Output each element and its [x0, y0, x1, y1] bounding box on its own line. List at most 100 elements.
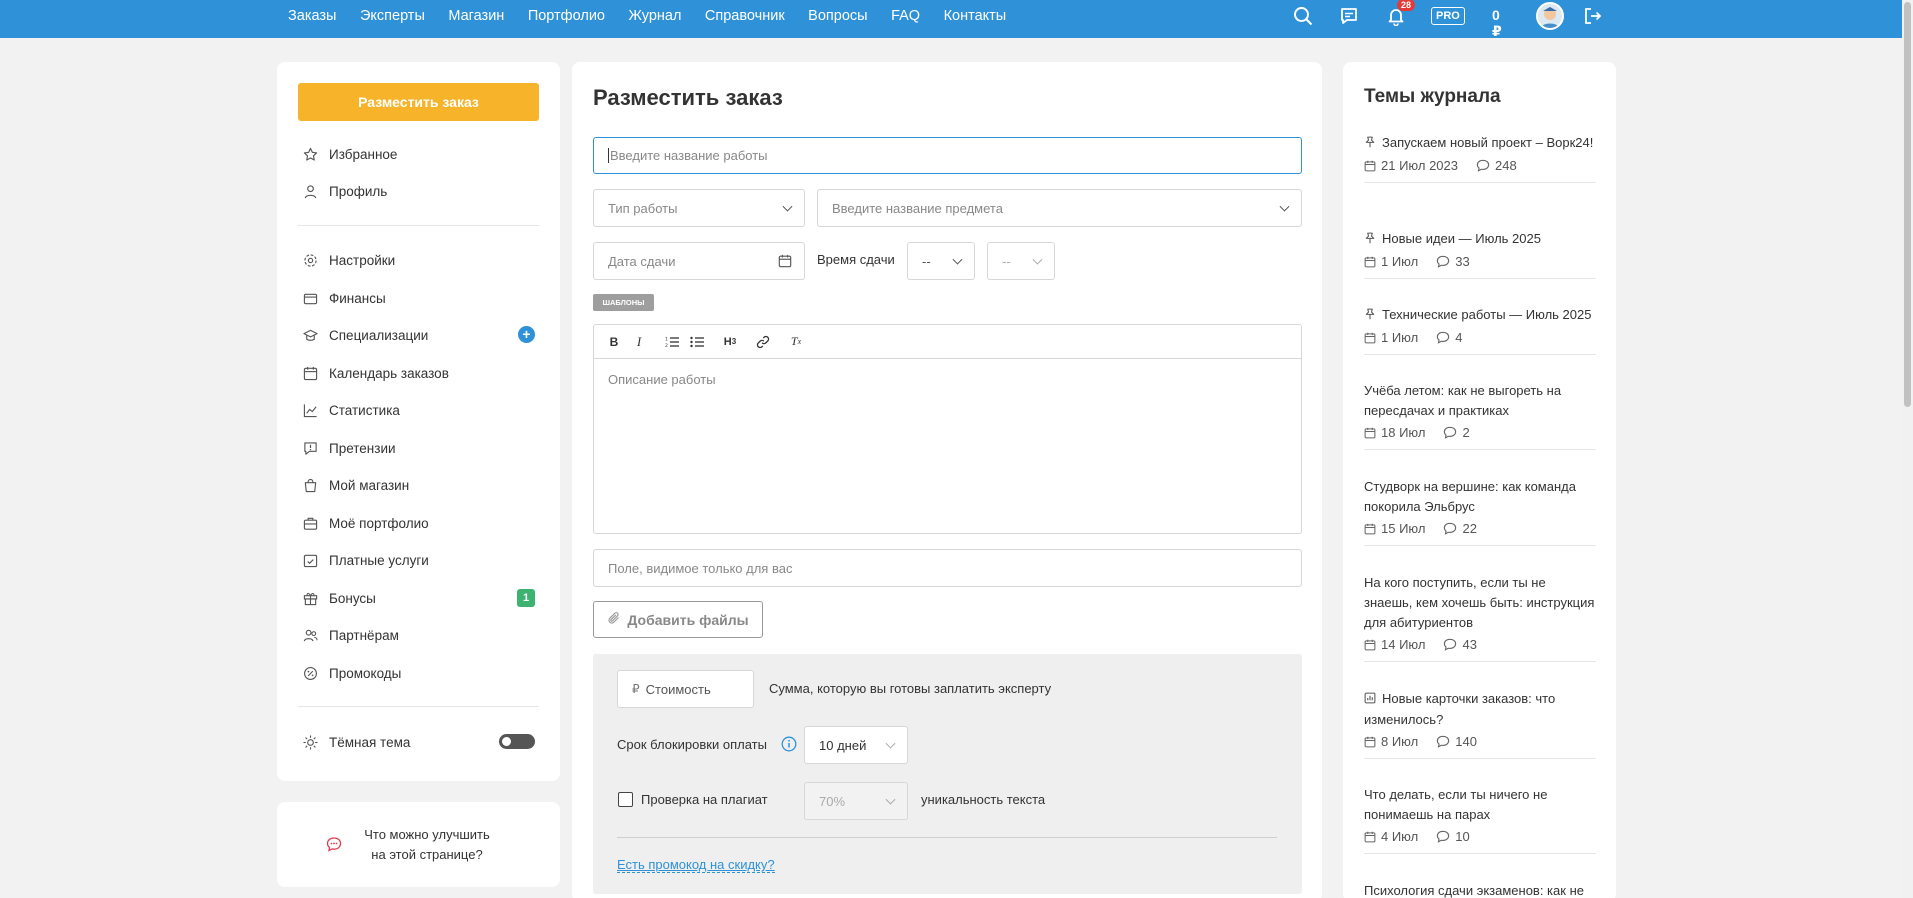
heading-button[interactable]: H3 [718, 330, 742, 354]
private-field-input[interactable]: Поле, видимое только для вас [593, 549, 1302, 587]
minute-value: -- [1002, 253, 1011, 269]
journal-post-date: 1 Июл [1381, 254, 1419, 269]
search-icon[interactable] [1292, 5, 1314, 27]
sidebar-item-finance[interactable]: Финансы [302, 288, 537, 308]
place-order-button[interactable]: Разместить заказ [298, 83, 539, 121]
work-type-select[interactable]: Тип работы [593, 189, 805, 227]
journal-post[interactable]: Запускаем новый проект – Ворк24! 21 Июл 2… [1364, 133, 1596, 183]
work-name-input[interactable]: Введите название работы [593, 137, 1302, 174]
balance[interactable]: 0 ₽ [1492, 7, 1502, 40]
scrollbar-thumb[interactable] [1904, 2, 1911, 407]
journal-post-title-text: Студворк на вершине: как команда покорил… [1364, 479, 1576, 514]
dark-theme-row[interactable]: Тёмная тема [302, 732, 537, 752]
nav-questions[interactable]: Вопросы [808, 8, 867, 24]
wallet-icon [302, 290, 318, 306]
subject-select[interactable]: Введите название предмета [817, 189, 1302, 227]
journal-post-title[interactable]: Новые карточки заказов: что изменилось? [1364, 689, 1596, 730]
journal-post-title-text: Запускаем новый проект – Ворк24! [1382, 135, 1594, 150]
sidebar-item-orders-calendar[interactable]: Календарь заказов [302, 363, 537, 383]
promo-code-link[interactable]: Есть промокод на скидку? [617, 857, 775, 873]
templates-button[interactable]: ШАБЛОНЫ [593, 294, 654, 311]
pro-badge[interactable]: PRO [1431, 7, 1465, 25]
svg-text:2: 2 [665, 343, 668, 348]
journal-post[interactable]: Что делать, если ты ничего не понимаешь … [1364, 785, 1596, 854]
sidebar-item-settings[interactable]: Настройки [302, 250, 537, 270]
avatar[interactable] [1536, 2, 1564, 30]
description-editor[interactable]: B I 12 H3 Tx Описание работы [593, 324, 1302, 534]
italic-button[interactable]: I [627, 330, 651, 354]
sidebar-item-favorites[interactable]: Избранное [302, 144, 537, 164]
calendar-icon [1364, 639, 1376, 651]
sidebar-item-paid-services[interactable]: Платные услуги [302, 550, 537, 570]
divider [1364, 182, 1596, 183]
journal-post[interactable]: Технические работы — Июль 2025 1 Июл 4 [1364, 305, 1596, 355]
sidebar-item-statistics[interactable]: Статистика [302, 400, 537, 420]
nav-shop[interactable]: Магазин [448, 8, 504, 24]
lock-period-select[interactable]: 10 дней [804, 726, 908, 764]
comment-icon [1443, 638, 1457, 651]
nav-contacts[interactable]: Контакты [944, 8, 1007, 24]
sidebar-item-bonuses[interactable]: Бонусы 1 [302, 588, 537, 608]
bullet-list-icon[interactable] [685, 330, 709, 354]
journal-post-title[interactable]: Психология сдачи экзаменов: как не [1364, 881, 1596, 898]
clear-format-icon[interactable]: Tx [784, 330, 808, 354]
bell-icon[interactable]: 28 [1385, 0, 1416, 27]
journal-post[interactable]: Психология сдачи экзаменов: как не [1364, 881, 1596, 898]
calendar-icon[interactable] [778, 254, 792, 271]
journal-post-title[interactable]: Учёба летом: как не выгореть на пересдач… [1364, 381, 1596, 421]
journal-post-meta: 21 Июл 2023 248 [1364, 158, 1596, 173]
feedback-line: на этой странице? [371, 847, 483, 862]
journal-post-title[interactable]: Новые идеи — Июль 2025 [1364, 229, 1596, 250]
nav-faq[interactable]: FAQ [891, 8, 920, 24]
journal-post-meta: 4 Июл 10 [1364, 829, 1596, 844]
add-specialization-button[interactable]: + [518, 326, 535, 343]
journal-title: Темы журнала [1364, 86, 1501, 107]
sidebar-item-profile[interactable]: Профиль [302, 181, 537, 201]
journal-post-title[interactable]: Студворк на вершине: как команда покорил… [1364, 477, 1596, 517]
journal-post-meta: 15 Июл 22 [1364, 521, 1596, 536]
journal-post-title-text: Что делать, если ты ничего не понимаешь … [1364, 787, 1548, 822]
due-date-input[interactable]: Дата сдачи [593, 242, 805, 280]
due-date-placeholder: Дата сдачи [608, 253, 676, 269]
dark-theme-toggle[interactable] [499, 734, 535, 749]
feedback-card[interactable]: Что можно улучшить на этой странице? [277, 802, 560, 887]
journal-post[interactable]: На кого поступить, если ты не знаешь, ке… [1364, 573, 1596, 662]
info-icon[interactable] [781, 736, 797, 755]
journal-post-title[interactable]: Что делать, если ты ничего не понимаешь … [1364, 785, 1596, 825]
sidebar-item-promocodes[interactable]: Промокоды [302, 663, 537, 683]
journal-post-title[interactable]: Запускаем новый проект – Ворк24! [1364, 133, 1596, 154]
nav-reference[interactable]: Справочник [705, 8, 785, 24]
sidebar-item-partners[interactable]: Партнёрам [302, 625, 537, 645]
nav-journal[interactable]: Журнал [629, 8, 682, 24]
journal-post-title[interactable]: На кого поступить, если ты не знаешь, ке… [1364, 573, 1596, 633]
journal-post-comments: 2 [1462, 425, 1470, 440]
link-icon[interactable] [751, 330, 775, 354]
ordered-list-icon[interactable]: 12 [660, 330, 684, 354]
logout-icon[interactable] [1582, 5, 1604, 27]
journal-post[interactable]: Новые карточки заказов: что изменилось? 8… [1364, 689, 1596, 759]
nav-experts[interactable]: Эксперты [360, 8, 425, 24]
minute-select[interactable]: -- [987, 242, 1055, 280]
briefcase-icon [302, 515, 318, 531]
journal-post[interactable]: Новые идеи — Июль 2025 1 Июл 33 [1364, 229, 1596, 279]
sidebar-item-my-shop[interactable]: Мой магазин [302, 475, 537, 495]
work-name-placeholder: Введите название работы [610, 148, 768, 163]
hour-select[interactable]: -- [907, 242, 975, 280]
add-files-button[interactable]: Добавить файлы [593, 601, 763, 638]
sidebar-item-claims[interactable]: Претензии [302, 438, 537, 458]
sidebar-item-specializations[interactable]: Специализации + [302, 325, 537, 345]
journal-post-date: 4 Июл [1381, 829, 1419, 844]
sidebar-item-my-portfolio[interactable]: Моё портфолио [302, 513, 537, 533]
messages-icon[interactable] [1338, 5, 1360, 27]
uniqueness-select[interactable]: 70% [804, 782, 908, 820]
price-input[interactable]: ₽ Стоимость [617, 670, 754, 708]
journal-post-title[interactable]: Технические работы — Июль 2025 [1364, 305, 1596, 326]
nav-portfolio[interactable]: Портфолио [528, 8, 605, 24]
nav-orders[interactable]: Заказы [288, 8, 336, 24]
plagiarism-checkbox[interactable] [618, 792, 633, 807]
page-scrollbar[interactable] [1902, 0, 1913, 898]
divider [1364, 661, 1596, 662]
journal-post[interactable]: Учёба летом: как не выгореть на пересдач… [1364, 381, 1596, 450]
journal-post[interactable]: Студворк на вершине: как команда покорил… [1364, 477, 1596, 546]
bold-button[interactable]: B [602, 330, 626, 354]
